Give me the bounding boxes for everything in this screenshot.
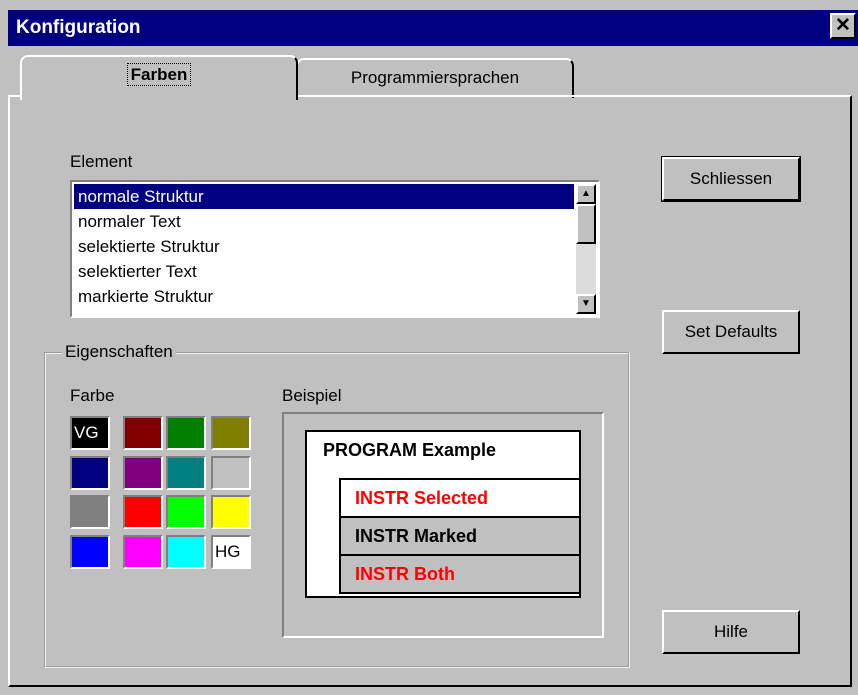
color-swatch[interactable] <box>70 456 110 490</box>
schliessen-button[interactable]: Schliessen <box>661 156 801 202</box>
element-label: Element <box>70 152 133 171</box>
element-listbox[interactable]: normale Struktur normaler Text selektierte… <box>70 180 600 318</box>
example-instr-row: INSTR Marked <box>339 516 581 556</box>
color-swatch-vg[interactable]: VG <box>70 416 110 450</box>
example-preview: PROGRAM Example INSTR Selected INSTR Mark… <box>305 430 581 598</box>
konfiguration-dialog: Konfiguration ✕ Farben Programmiersprach… <box>0 0 858 695</box>
example-instr-row: INSTR Both <box>339 554 581 594</box>
tab-farben-label: Farben <box>126 63 192 86</box>
color-swatch[interactable] <box>123 495 163 529</box>
color-swatch[interactable] <box>211 456 251 490</box>
beispiel-label: Beispiel <box>282 386 342 405</box>
close-icon[interactable]: ✕ <box>830 13 856 39</box>
tab-farben[interactable]: Farben <box>20 55 298 100</box>
color-swatch[interactable] <box>123 456 163 490</box>
list-item[interactable]: selektierter Text <box>74 259 574 284</box>
set-defaults-button[interactable]: Set Defaults <box>662 310 800 354</box>
list-item[interactable]: markierte Struktur <box>74 284 574 309</box>
tab-programmiersprachen-label: Programmiersprachen <box>350 68 520 87</box>
color-swatch[interactable] <box>166 495 206 529</box>
eigenschaften-label: Eigenschaften <box>62 342 176 362</box>
color-swatch-hg[interactable]: HG <box>211 535 251 569</box>
farbe-label: Farbe <box>70 386 115 405</box>
title-bar[interactable]: Konfiguration ✕ <box>8 10 858 46</box>
color-swatch[interactable] <box>70 535 110 569</box>
list-scrollbar[interactable]: ▲ ▼ <box>576 184 596 314</box>
list-item[interactable]: normale Struktur <box>74 184 574 209</box>
color-swatch[interactable] <box>166 456 206 490</box>
list-item[interactable]: selektierte Struktur <box>74 234 574 259</box>
color-swatch[interactable] <box>123 535 163 569</box>
color-swatch[interactable] <box>166 416 206 450</box>
window-title: Konfiguration <box>16 17 141 38</box>
scroll-thumb[interactable] <box>576 204 596 244</box>
color-swatch[interactable] <box>70 495 110 529</box>
example-instr-row: INSTR Selected <box>339 478 581 518</box>
example-program-text: PROGRAM Example <box>323 440 497 460</box>
element-list: normale Struktur normaler Text selektierte… <box>74 184 574 309</box>
tab-programmiersprachen[interactable]: Programmiersprachen <box>296 58 574 98</box>
color-swatch[interactable] <box>166 535 206 569</box>
color-swatch[interactable] <box>123 416 163 450</box>
scroll-up-icon[interactable]: ▲ <box>576 184 596 204</box>
color-swatch[interactable] <box>211 495 251 529</box>
list-item[interactable]: normaler Text <box>74 209 574 234</box>
color-swatch[interactable] <box>211 416 251 450</box>
hilfe-button[interactable]: Hilfe <box>662 610 800 654</box>
scroll-down-icon[interactable]: ▼ <box>576 294 596 314</box>
